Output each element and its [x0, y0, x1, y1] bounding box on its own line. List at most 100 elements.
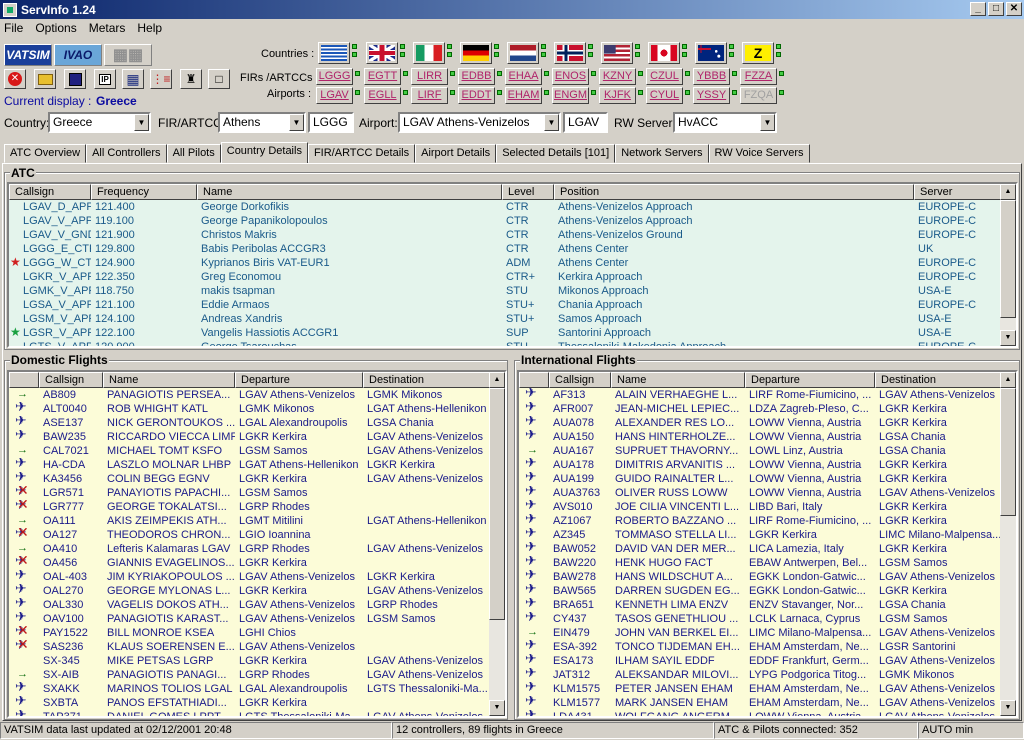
- airport-button-yssy[interactable]: YSSY: [693, 87, 730, 104]
- table-row[interactable]: BRA651 KENNETH LIMA ENZV ENZV Stavanger, N…: [519, 598, 1003, 612]
- table-row[interactable]: JAT312 ALEKSANDAR MILOVI... LYPG Podgorica…: [519, 668, 1003, 682]
- table-row[interactable]: AUA3763 OLIVER RUSS LOWW LOWW Vienna, Aust…: [519, 486, 1003, 500]
- table-row[interactable]: LGAV_V_APP 119.100 George Papanikolopoulos…: [9, 214, 1000, 228]
- table-row[interactable]: LGMK_V_APP 118.750 makis tsapman STU Mikonos…: [9, 284, 1000, 298]
- table-row[interactable]: OAL-403 JIM KYRIAKOPOULOS ... LGAV Athens-…: [9, 570, 491, 584]
- table-row[interactable]: OAL330 VAGELIS DOKOS ATH... LGAV Athens-Ve…: [9, 598, 491, 612]
- scroll-down-button[interactable]: ▼: [1000, 700, 1016, 716]
- table-row[interactable]: SX-AIB PANAGIOTIS PANAGI... LGRP Rhodes LGA…: [9, 668, 491, 682]
- fir-button-czul[interactable]: CZUL: [646, 68, 683, 85]
- vertical-scrollbar[interactable]: ▲ ▼: [1000, 184, 1016, 346]
- table-row[interactable]: ASE137 NICK GERONTOUKOS ... LGAL Alexandro…: [9, 416, 491, 430]
- table-row[interactable]: AUA078 ALEXANDER RES LO... LOWW Vienna, Au…: [519, 416, 1003, 430]
- table-row[interactable]: SX-345 MIKE PETSAS LGRP LGKR Kerkira LGAV A…: [9, 654, 491, 668]
- airport-button-lirf[interactable]: LIRF: [411, 87, 448, 104]
- table-row[interactable]: HA-CDA LASZLO MOLNAR LHBP LGAT Athens-Hell…: [9, 458, 491, 472]
- table-row[interactable]: ESA-392 TONCO TIJDEMAN EH... EHAM Amsterda…: [519, 640, 1003, 654]
- airport-button-lgav[interactable]: LGAV: [316, 87, 353, 104]
- table-row[interactable]: KLM1577 MARK JANSEN EHAM EHAM Amsterdam, N…: [519, 696, 1003, 710]
- table-row[interactable]: ESA173 ILHAM SAYIL EDDF EDDF Frankfurt, Ge…: [519, 654, 1003, 668]
- table-row[interactable]: BAW052 DAVID VAN DER MER... LICA Lamezia, …: [519, 542, 1003, 556]
- column-header-departure[interactable]: Departure: [745, 372, 875, 388]
- ivao-button[interactable]: IVAO: [54, 44, 102, 66]
- tab-fir-artcc-details[interactable]: FIR/ARTCC Details: [307, 144, 416, 163]
- scroll-up-button[interactable]: ▲: [1000, 372, 1016, 388]
- ip-button[interactable]: IP: [94, 69, 116, 89]
- table-row[interactable]: SAS236 KLAUS SOERENSEN E... LGAV Athens-Ve…: [9, 640, 491, 654]
- tab-airport-details[interactable]: Airport Details: [415, 144, 497, 163]
- scroll-thumb[interactable]: [1000, 388, 1016, 516]
- flag-z[interactable]: Z: [742, 42, 774, 64]
- tab-network-servers[interactable]: Network Servers: [615, 144, 709, 163]
- scroll-up-button[interactable]: ▲: [1000, 184, 1016, 200]
- chevron-down-icon[interactable]: ▼: [289, 114, 304, 131]
- table-row[interactable]: AUA199 GUIDO RAINALTER L... LOWW Vienna, A…: [519, 472, 1003, 486]
- table-row[interactable]: LGTS_V_APP 120.900 George Tsarouchas STU The…: [9, 340, 1000, 346]
- table-row[interactable]: PAY1522 BILL MONROE KSEA LGHI Chios: [9, 626, 491, 640]
- table-row[interactable]: OAV100 PANAGIOTIS KARAST... LGAV Athens-Ve…: [9, 612, 491, 626]
- fir-button-fzza[interactable]: FZZA: [740, 68, 777, 85]
- flag-usa[interactable]: [601, 42, 633, 64]
- rw-server-select[interactable]: HvACC ▼: [673, 112, 777, 133]
- flag-uk[interactable]: [366, 42, 398, 64]
- airport-button-egll[interactable]: EGLL: [364, 87, 401, 104]
- tab-atc-overview[interactable]: ATC Overview: [4, 144, 87, 163]
- message-button[interactable]: □: [208, 69, 230, 89]
- table-row[interactable]: CAL7021 MICHAEL TOMT KSFO LGSM Samos LGAV A…: [9, 444, 491, 458]
- table-row[interactable]: OA127 THEODOROS CHRON... LGIO Ioannina: [9, 528, 491, 542]
- airport-button-kjfk[interactable]: KJFK: [599, 87, 636, 104]
- table-row[interactable]: KA3456 COLIN BEGG EGNV LGKR Kerkira LGAV At…: [9, 472, 491, 486]
- scroll-thumb[interactable]: [489, 388, 505, 620]
- column-header-frequency[interactable]: Frequency: [91, 184, 197, 200]
- open-button[interactable]: [34, 69, 56, 89]
- vatsim-button[interactable]: VATSIM: [4, 44, 52, 66]
- flag-netherlands[interactable]: [507, 42, 539, 64]
- table-row[interactable]: LGSM_V_APP 124.100 Andreas Xandris STU+ Samo…: [9, 312, 1000, 326]
- tab-all-pilots[interactable]: All Pilots: [166, 144, 221, 163]
- table-row[interactable]: ALT0040 ROB WHIGHT KATL LGMK Mikonos LGAT A…: [9, 402, 491, 416]
- scroll-down-button[interactable]: ▼: [489, 700, 505, 716]
- table-row[interactable]: LGAV_V_GND 121.900 Christos Makris CTR Athen…: [9, 228, 1000, 242]
- tab-country-details[interactable]: Country Details: [220, 142, 308, 163]
- menu-file[interactable]: File: [4, 21, 23, 35]
- column-header-destination[interactable]: Destination: [363, 372, 491, 388]
- maximize-button[interactable]: □: [988, 2, 1004, 16]
- table-row[interactable]: OA410 Lefteris Kalamaras LGAV LGRP Rhodes L…: [9, 542, 491, 556]
- table-row[interactable]: BAW278 HANS WILDSCHUT A... EGKK London-Gat…: [519, 570, 1003, 584]
- fir-code-field[interactable]: LGGG: [308, 112, 354, 133]
- column-header-callsign[interactable]: Callsign: [549, 372, 611, 388]
- fir-select[interactable]: Athens ▼: [218, 112, 306, 133]
- table-row[interactable]: LGKR_V_APP 122.350 Greg Economou CTR+ Kerkir…: [9, 270, 1000, 284]
- airport-button-eddt[interactable]: EDDT: [458, 87, 495, 104]
- table-row[interactable]: CY437 TASOS GENETHLIOU ... LCLK Larnaca, C…: [519, 612, 1003, 626]
- table-row[interactable]: AVS010 JOE CILIA VINCENTI L... LIBD Bari, …: [519, 500, 1003, 514]
- table-row[interactable]: LGSA_V_APP 121.100 Eddie Armaos STU+ Chania …: [9, 298, 1000, 312]
- table-row[interactable]: AZ1067 ROBERTO BAZZANO ... LIRF Rome-Fiumi…: [519, 514, 1003, 528]
- vertical-scrollbar[interactable]: ▲ ▼: [1000, 372, 1016, 716]
- close-button[interactable]: ✕: [1006, 2, 1022, 16]
- minimize-button[interactable]: _: [970, 2, 986, 16]
- flag-italy[interactable]: [413, 42, 445, 64]
- airport-button-engm[interactable]: ENGM: [552, 87, 589, 104]
- chevron-down-icon[interactable]: ▼: [134, 114, 149, 131]
- table-row[interactable]: LDA431 WOLFGANG ANGERM... LOWW Vienna, Aus…: [519, 710, 1003, 716]
- scroll-up-button[interactable]: ▲: [489, 372, 505, 388]
- airport-select[interactable]: LGAV Athens-Venizelos ▼: [398, 112, 561, 133]
- flag-greece[interactable]: [318, 42, 350, 64]
- table-row[interactable]: BAW220 HENK HUGO FACT EBAW Antwerpen, Bel.…: [519, 556, 1003, 570]
- column-header-name[interactable]: Name: [103, 372, 235, 388]
- airport-button-eham[interactable]: EHAM: [505, 87, 542, 104]
- tab-selected-details-101[interactable]: Selected Details [101]: [496, 144, 616, 163]
- airport-code-field[interactable]: LGAV: [563, 112, 608, 133]
- fir-button-egtt[interactable]: EGTT: [364, 68, 401, 85]
- fir-button-lirr[interactable]: LIRR: [411, 68, 448, 85]
- tab-rw-voice-servers[interactable]: RW Voice Servers: [708, 144, 810, 163]
- table-row[interactable]: EIN479 JOHN VAN BERKEL EI... LIMC Milano-M…: [519, 626, 1003, 640]
- flag-germany[interactable]: [460, 42, 492, 64]
- column-header-position[interactable]: Position: [554, 184, 914, 200]
- scroll-thumb[interactable]: [1000, 200, 1016, 318]
- fir-button-kzny[interactable]: KZNY: [599, 68, 636, 85]
- chevron-down-icon[interactable]: ▼: [760, 114, 775, 131]
- save-button[interactable]: [64, 69, 86, 89]
- column-header-icon[interactable]: [9, 372, 39, 388]
